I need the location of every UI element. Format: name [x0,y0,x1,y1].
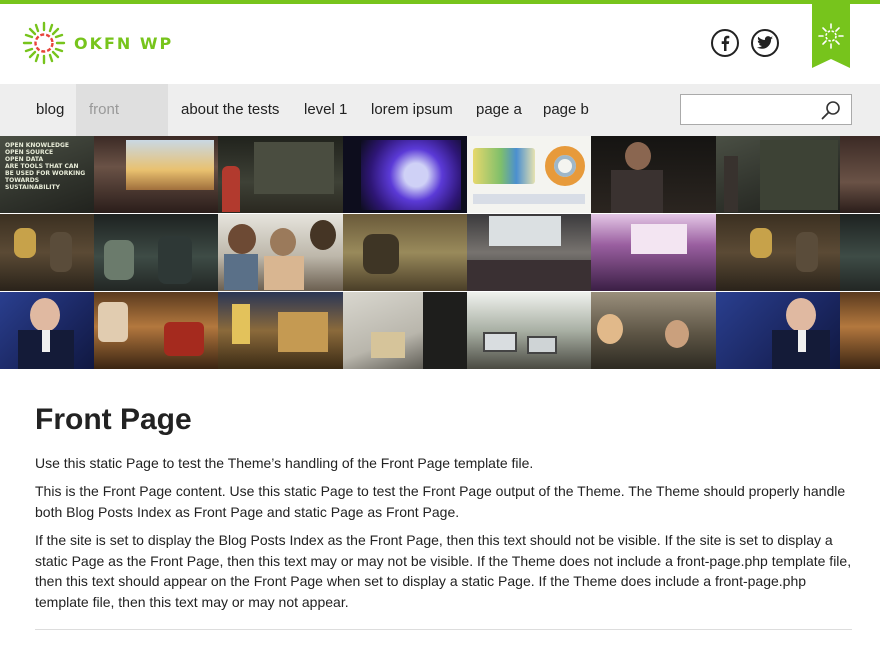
facebook-icon [721,35,730,51]
photo-tile [94,292,219,369]
content-divider [35,629,852,630]
main-navigation: blog front page about the tests level 1 … [0,84,880,170]
slide-text: OPEN KNOWLEDGE OPEN SOURCE OPEN DATA ARE… [5,142,86,191]
okfn-ribbon-icon [812,4,850,68]
photo-mosaic-banner: OPEN KNOWLEDGE OPEN SOURCE OPEN DATA ARE… [0,136,880,369]
photo-tile [591,136,716,213]
paragraph: If the site is set to display the Blog P… [35,532,852,610]
nav-item-lorem-ipsum[interactable]: lorem ipsum [358,84,466,136]
photo-tile [467,136,592,213]
photo-tile [94,136,219,213]
twitter-link[interactable] [751,29,779,57]
photo-tile [343,292,468,369]
photo-tile [343,136,468,213]
photo-tile [94,214,219,291]
photo-tile [716,292,841,369]
site-title: OKFN WP [74,33,174,53]
paragraph: This is the Front Page content. Use this… [35,483,846,520]
nav-item-page-b[interactable]: page b [530,84,602,136]
photo-tile [716,136,841,213]
nav-item-front-page[interactable]: front page [76,84,168,170]
photo-tile [343,214,468,291]
photo-tile [467,214,592,291]
photo-tile [0,292,95,369]
photo-tile [0,214,95,291]
nav-item-blog[interactable]: blog [23,84,77,136]
twitter-icon [757,36,773,49]
photo-tile [840,136,880,213]
page-title: Front Page [35,403,192,436]
photo-tile [591,292,716,369]
photo-tile [467,292,592,369]
search-icon[interactable] [821,100,841,120]
site-logo-link[interactable]: OKFN WP [22,21,173,65]
nav-item-level-1[interactable]: level 1 [291,84,360,136]
photo-tile [218,136,343,213]
photo-tile [840,292,880,369]
okfn-burst-icon [22,21,66,65]
facebook-link[interactable] [711,29,739,57]
paragraph: Use this static Page to test the Theme’s… [35,455,534,471]
nav-item-page-a[interactable]: page a [463,84,535,136]
nav-item-about-the-tests[interactable]: about the tests [168,84,292,136]
photo-tile [716,214,841,291]
search-input[interactable] [681,95,816,124]
site-header: OKFN WP [0,4,880,84]
search-form [680,94,852,125]
okfn-ribbon-badge[interactable] [812,4,850,68]
photo-tile [218,214,343,291]
photo-tile [218,292,343,369]
photo-tile [591,214,716,291]
photo-tile [840,214,880,291]
